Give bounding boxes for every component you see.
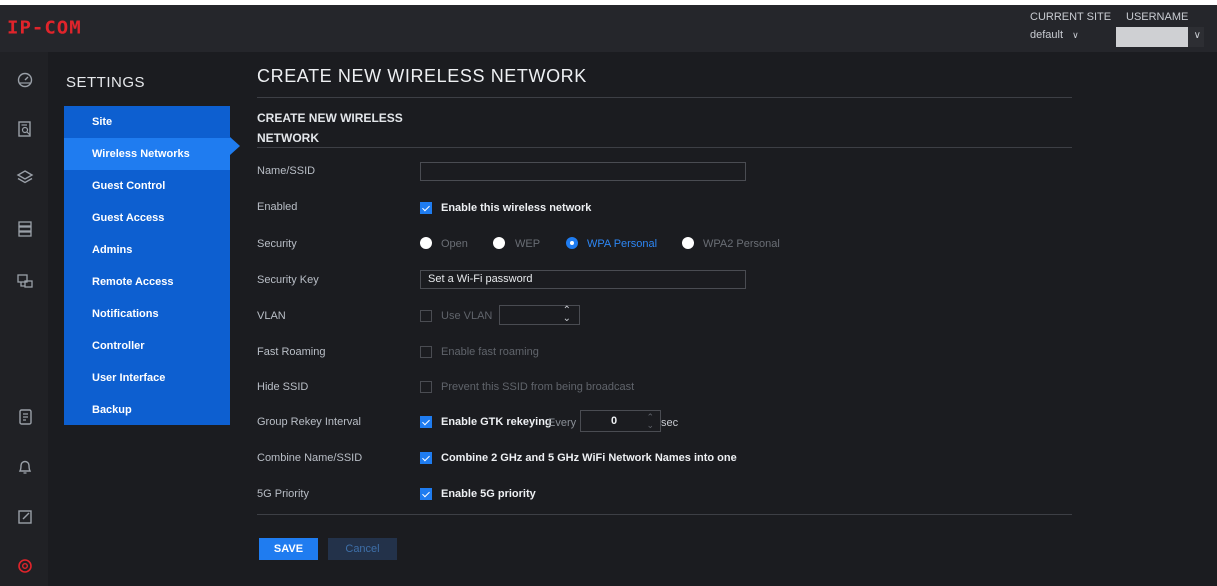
current-site-select[interactable]: default ∨ — [1030, 29, 1079, 41]
security-open-radio[interactable] — [420, 237, 432, 249]
current-site-label: CURRENT SITE — [1030, 11, 1112, 23]
group-rekey-label: Group Rekey Interval — [257, 416, 361, 428]
section-title: CREATE NEW WIRELESS NETWORK — [257, 111, 403, 145]
security-wep-label: WEP — [515, 238, 541, 250]
security-open-label: Open — [441, 238, 468, 250]
app-window: IP-COM CURRENT SITE USERNAME default ∨ ∨ — [0, 5, 1217, 586]
combine-ssid-checkbox-label: Combine 2 GHz and 5 GHz WiFi Network Nam… — [441, 452, 737, 464]
vlan-id-spinner[interactable]: ⌃ ⌄ — [499, 305, 580, 325]
cancel-button[interactable]: Cancel — [328, 538, 397, 560]
fast-roaming-checkbox-label: Enable fast roaming — [441, 346, 539, 358]
menu-item-backup[interactable]: Backup — [64, 394, 230, 426]
vlan-label: VLAN — [257, 310, 286, 322]
ssid-label: Name/SSID — [257, 165, 316, 177]
security-wpa2-personal-label: WPA2 Personal — [703, 238, 780, 250]
brand-logo: IP-COM — [7, 17, 82, 39]
username-select[interactable]: ∨ — [1116, 27, 1204, 47]
divider — [257, 514, 1072, 515]
devices-icon[interactable] — [16, 220, 34, 238]
hide-ssid-label: Hide SSID — [257, 381, 309, 393]
dashboard-icon[interactable] — [16, 70, 34, 88]
enable-network-checkbox[interactable] — [420, 202, 432, 214]
topology-icon[interactable] — [16, 272, 34, 290]
stats-icon[interactable] — [16, 120, 34, 138]
spinner-arrows-icon: ⌃ ⌄ — [646, 412, 654, 430]
menu-item-remote-access[interactable]: Remote Access — [64, 266, 230, 298]
divider — [257, 147, 1072, 148]
use-vlan-checkbox-label: Use VLAN — [441, 310, 493, 322]
menu-item-controller[interactable]: Controller — [64, 330, 230, 362]
settings-menu: Site Wireless Networks Guest Control Gue… — [64, 106, 230, 425]
icon-rail — [0, 52, 48, 586]
priority-5g-checkbox[interactable] — [420, 488, 432, 500]
priority-5g-checkbox-label: Enable 5G priority — [441, 488, 536, 500]
settings-icon[interactable] — [16, 557, 34, 575]
gtk-every-label: Every — [548, 417, 577, 429]
menu-item-admins[interactable]: Admins — [64, 234, 230, 266]
gtk-unit-label: sec — [661, 417, 679, 429]
ssid-input[interactable] — [420, 162, 746, 181]
page-title: CREATE NEW WIRELESS NETWORK — [257, 66, 587, 86]
username-value — [1116, 27, 1188, 47]
divider — [257, 97, 1072, 98]
bell-icon[interactable] — [16, 458, 34, 476]
menu-item-guest-access[interactable]: Guest Access — [64, 202, 230, 234]
gtk-rekeying-checkbox[interactable] — [420, 416, 432, 428]
menu-item-notifications[interactable]: Notifications — [64, 298, 230, 330]
fast-roaming-label: Fast Roaming — [257, 346, 326, 358]
menu-item-guest-control[interactable]: Guest Control — [64, 170, 230, 202]
save-button[interactable]: SAVE — [259, 538, 318, 560]
spinner-arrows-icon: ⌃ ⌄ — [562, 305, 571, 324]
hide-ssid-checkbox-label: Prevent this SSID from being broadcast — [441, 381, 635, 393]
gtk-interval-value: 0 — [611, 415, 618, 427]
username-label: USERNAME — [1126, 11, 1189, 23]
security-wpa-personal-label: WPA Personal — [587, 238, 658, 250]
layers-icon[interactable] — [16, 168, 34, 186]
top-bar: IP-COM CURRENT SITE USERNAME default ∨ ∨ — [0, 5, 1217, 52]
fast-roaming-checkbox[interactable] — [420, 346, 432, 358]
chevron-down-icon: ∨ — [1072, 30, 1079, 40]
gtk-rekeying-checkbox-label: Enable GTK rekeying — [441, 416, 552, 428]
menu-item-user-interface[interactable]: User Interface — [64, 362, 230, 394]
security-wep-radio[interactable] — [493, 237, 505, 249]
enable-network-checkbox-label: Enable this wireless network — [441, 202, 592, 214]
combine-ssid-checkbox[interactable] — [420, 452, 432, 464]
active-menu-pointer — [230, 137, 240, 155]
security-label: Security — [257, 238, 297, 250]
security-key-input[interactable]: Set a Wi-Fi password — [420, 270, 746, 289]
enabled-label: Enabled — [257, 201, 298, 213]
chevron-down-icon: ∨ — [1193, 30, 1201, 41]
log-icon[interactable] — [16, 408, 34, 426]
settings-title: SETTINGS — [66, 74, 146, 91]
security-wpa2-personal-radio[interactable] — [682, 237, 694, 249]
use-vlan-checkbox[interactable] — [420, 310, 432, 322]
security-key-label: Security Key — [257, 274, 319, 286]
combine-ssid-label: Combine Name/SSID — [257, 452, 363, 464]
menu-item-wireless-networks[interactable]: Wireless Networks — [64, 138, 230, 170]
security-wpa-personal-radio[interactable] — [566, 237, 578, 249]
menu-item-site[interactable]: Site — [64, 106, 230, 138]
hide-ssid-checkbox[interactable] — [420, 381, 432, 393]
gtk-interval-input[interactable]: 0 ⌃ ⌄ — [580, 410, 661, 432]
current-site-value: default — [1030, 29, 1064, 41]
edit-icon[interactable] — [16, 508, 34, 526]
priority-5g-label: 5G Priority — [257, 488, 309, 500]
